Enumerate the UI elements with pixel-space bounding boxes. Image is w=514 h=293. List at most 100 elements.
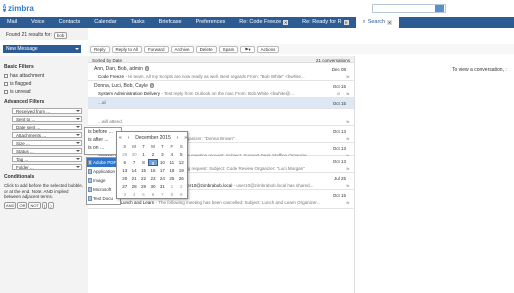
calendar-day[interactable]: 17 — [158, 167, 167, 174]
advanced-filter-dropdown[interactable]: Sent to ... — [12, 116, 82, 122]
calendar-day[interactable]: 13 — [120, 167, 129, 174]
checkbox[interactable] — [4, 82, 8, 86]
calendar-day[interactable]: 11 — [167, 159, 176, 166]
archive-button[interactable]: Archive — [170, 45, 194, 53]
close-icon[interactable]: ✕ — [387, 20, 393, 25]
actions-button[interactable]: Actions — [256, 45, 280, 53]
calendar-day[interactable]: 21 — [129, 175, 138, 182]
tab-re-code-freeze[interactable]: Re: Code Freeze ✕ — [232, 17, 295, 28]
advanced-filter-dropdown[interactable]: Size ... — [12, 140, 82, 146]
calendar-day[interactable]: 31 — [158, 183, 167, 190]
calendar-day[interactable]: 16 — [148, 167, 157, 174]
calendar-day[interactable]: 14 — [129, 167, 138, 174]
calendar-day[interactable]: 24 — [158, 175, 167, 182]
calendar-day[interactable]: 4 — [167, 151, 176, 158]
calendar-day[interactable]: 6 — [148, 191, 157, 198]
calendar-day[interactable]: 29 — [120, 151, 129, 158]
tag-button[interactable]: ⚑▾ — [240, 45, 255, 53]
advanced-filter-dropdown[interactable]: Status ... — [12, 148, 82, 154]
calendar-day[interactable]: 15 — [139, 167, 148, 174]
calendar-day[interactable]: 26 — [177, 175, 186, 182]
next-month-icon[interactable]: › — [177, 135, 179, 141]
calendar-day[interactable]: 18 — [167, 167, 176, 174]
basic-filter-item[interactable]: is flagged — [4, 81, 84, 87]
checkbox[interactable] — [4, 74, 8, 78]
list-item[interactable]: ...will attend. ⚑ — [88, 109, 354, 126]
calendar-day[interactable]: 6 — [120, 159, 129, 166]
calendar-day[interactable]: 30 — [148, 183, 157, 190]
calendar-day[interactable]: 27 — [120, 183, 129, 190]
calendar-day[interactable]: 30 — [129, 151, 138, 158]
list-item[interactable]: Ann, Dan, Bob, admin 6 Code Freeze - Hi te… — [88, 64, 354, 81]
tab-search[interactable]: ⌕ Search ✕ — [355, 17, 400, 28]
basic-filter-item[interactable]: is unread — [4, 89, 84, 95]
tab-re-ready-for-r[interactable]: Re: Ready for R ✕ — [295, 17, 355, 28]
tab-voice[interactable]: Voice — [24, 17, 51, 28]
calendar-day[interactable]: 4 — [129, 191, 138, 198]
tab-briefcase[interactable]: Briefcase — [152, 17, 189, 28]
search-icon[interactable] — [435, 5, 444, 12]
conditional-button[interactable]: NOT — [28, 201, 41, 209]
calendar-day[interactable]: 29 — [139, 183, 148, 190]
calendar-day[interactable]: 20 — [120, 175, 129, 182]
conditional-button[interactable]: AND — [4, 201, 17, 209]
calendar-day[interactable]: 7 — [129, 159, 138, 166]
calendar-day[interactable]: 2 — [177, 183, 186, 190]
calendar-day[interactable]: 1 — [167, 183, 176, 190]
new-message-button[interactable]: New Message — [3, 45, 81, 53]
reply-to-all-button[interactable]: Reply to All — [111, 45, 143, 53]
close-icon[interactable]: ✕ — [343, 20, 349, 25]
calendar-day[interactable]: 5 — [177, 151, 186, 158]
tab-preferences[interactable]: Preferences — [189, 17, 233, 28]
list-item[interactable]: Donna, Luci, Bob, Cayle 5 System Administr… — [88, 81, 354, 98]
advanced-filter-dropdown[interactable]: Folder ... — [12, 164, 82, 170]
conditional-button[interactable]: OR — [17, 201, 28, 209]
delete-button[interactable]: Delete — [195, 45, 217, 53]
calendar-day[interactable]: 8 — [167, 191, 176, 198]
advanced-filter-dropdown[interactable]: Tag ... — [12, 156, 82, 162]
tab-label: Briefcase — [158, 19, 182, 25]
reply-button[interactable]: Reply — [90, 45, 110, 53]
prev-month-icon[interactable]: ‹ — [128, 135, 130, 141]
tab-mail[interactable]: Mail — [0, 17, 24, 28]
calendar-day[interactable]: 9 — [177, 191, 186, 198]
tab-contacts[interactable]: Contacts — [52, 17, 88, 28]
advanced-filter-dropdown[interactable]: Received from ... — [12, 108, 82, 114]
calendar-day[interactable]: 25 — [167, 175, 176, 182]
flag-icon[interactable]: ⚑ — [346, 201, 350, 207]
sort-label[interactable]: Sorted by Date — [92, 58, 122, 63]
calendar-day[interactable]: 2 — [148, 151, 157, 158]
calendar-day[interactable]: 7 — [158, 191, 167, 198]
calendar-day[interactable]: 9 — [148, 159, 158, 166]
calendar-day[interactable]: 8 — [139, 159, 148, 166]
calendar-day[interactable]: 28 — [129, 183, 138, 190]
advanced-filter-dropdown[interactable]: Date sent ... — [12, 124, 82, 130]
calendar-day[interactable]: 3 — [120, 191, 129, 198]
close-icon[interactable]: ✕ — [283, 20, 289, 25]
chevron-down-icon[interactable] — [75, 48, 79, 50]
tab-tasks[interactable]: Tasks — [124, 17, 152, 28]
sort-bar[interactable] — [88, 56, 354, 63]
calendar-day[interactable]: 22 — [139, 175, 148, 182]
prev-year-icon[interactable]: « — [119, 135, 122, 141]
advanced-filter-dropdown[interactable]: Attachments ... — [12, 132, 82, 138]
tab-calendar[interactable]: Calendar — [87, 17, 123, 28]
calendar-day[interactable]: 12 — [177, 159, 186, 166]
calendar-day[interactable]: 10 — [158, 159, 167, 166]
query-bubble[interactable]: bob — [53, 31, 68, 39]
zimbra-logo[interactable]: z zimbra — [3, 2, 34, 14]
forward-button[interactable]: Forward — [144, 45, 169, 53]
basic-filter-item[interactable]: has attachment — [4, 73, 84, 79]
spam-button[interactable]: Spam — [218, 45, 239, 53]
list-item[interactable]: Dan, Luci, Bob, Ann6...ailOct 15⌀⚑ — [88, 98, 354, 115]
calendar-day[interactable]: 23 — [148, 175, 157, 182]
next-year-icon[interactable]: » — [184, 135, 187, 141]
calendar-day[interactable]: 19 — [177, 167, 186, 174]
calendar-day[interactable]: 1 — [139, 151, 148, 158]
global-search-input[interactable] — [372, 4, 446, 13]
calendar-day[interactable]: 3 — [158, 151, 167, 158]
checkbox[interactable] — [4, 90, 8, 94]
conditional-button[interactable]: ) — [48, 201, 54, 209]
conditional-button[interactable]: ( — [41, 201, 48, 209]
calendar-day[interactable]: 5 — [139, 191, 148, 198]
